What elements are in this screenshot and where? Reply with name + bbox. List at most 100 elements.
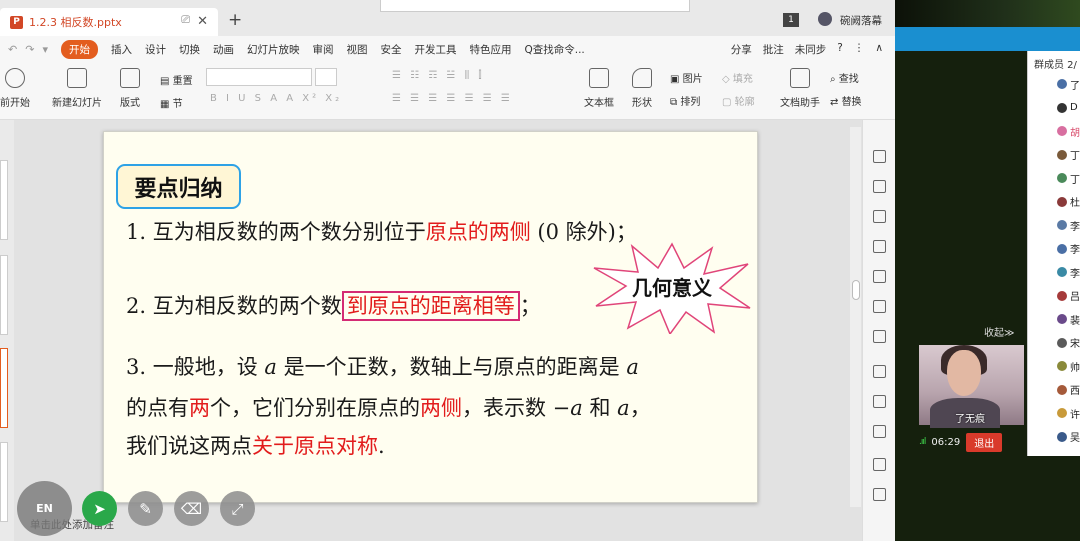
sync-status[interactable]: 未同步 [795, 42, 827, 57]
search-command[interactable]: Q查找命令... [524, 42, 584, 57]
member-name: 吴 [1070, 433, 1080, 444]
paragraph-group[interactable]: ☰ ☷ ☶ ☱ ⫼ ⫿ [392, 70, 485, 81]
member-item[interactable]: 吕 [1057, 290, 1080, 303]
member-item[interactable]: 李 [1057, 243, 1080, 256]
member-item[interactable]: 了 [1057, 78, 1080, 92]
pointer-icon[interactable]: ➤ [82, 491, 117, 526]
layout-button[interactable]: 版式 [120, 68, 140, 109]
file-name: 1.2.3 相反数.pptx [29, 16, 122, 29]
menu-features[interactable]: 特色应用 [469, 42, 511, 57]
menu-dev-tools[interactable]: 开发工具 [414, 42, 456, 57]
vertical-scrollbar[interactable] [850, 127, 861, 507]
member-item[interactable]: 丁 [1057, 149, 1080, 162]
member-item[interactable]: 杜 [1057, 196, 1080, 209]
exit-button[interactable]: 退出 [966, 432, 1003, 452]
font-size-select[interactable] [315, 68, 337, 86]
close-tab-icon[interactable]: ✕ [197, 14, 208, 29]
video-participant-name: 了无痕 [955, 414, 985, 425]
shape-button[interactable]: 形状 [632, 68, 652, 109]
quick-access-dropdown-icon[interactable]: ▾ [42, 43, 48, 56]
menu-home[interactable]: 开始 [60, 39, 98, 59]
settings-icon[interactable] [873, 330, 886, 343]
eraser-icon[interactable]: ⌫ [174, 491, 209, 526]
shape-style-icon[interactable] [873, 180, 886, 193]
menu-slideshow[interactable]: 幻灯片放映 [247, 42, 300, 57]
reset-button[interactable]: ▤ 重置 [160, 72, 193, 87]
starburst-label: 几何意义 [632, 276, 712, 300]
member-item[interactable]: 帅 [1057, 360, 1080, 374]
more-icon[interactable]: ⋮ [854, 42, 865, 57]
menu-review[interactable]: 审阅 [312, 42, 333, 57]
font-format-group[interactable]: B I U S A A X² X₂ [210, 93, 342, 104]
textbox-button[interactable]: 文本框 [584, 68, 614, 109]
member-item[interactable]: 吴 [1057, 431, 1080, 444]
comment-button[interactable]: 批注 [763, 42, 784, 57]
arrange-button[interactable]: ⧉ 排列 [670, 93, 700, 108]
input-method-button[interactable]: EN [17, 481, 72, 536]
menu-transition[interactable]: 切换 [179, 42, 200, 57]
slide-thumbnail[interactable] [0, 160, 8, 240]
slide-canvas[interactable]: 要点归纳 1. 互为相反数的两个数分别位于原点的两侧 (0 除外)； 2. 互为… [103, 131, 758, 503]
picture-button[interactable]: ▣ 图片 [670, 70, 703, 85]
menu-animation[interactable]: 动画 [213, 42, 234, 57]
object-icon[interactable] [873, 210, 886, 223]
find-button[interactable]: ⌕ 查找 [830, 70, 859, 85]
section-button[interactable]: ▦ 节 [160, 95, 183, 110]
chart-icon[interactable] [873, 300, 886, 313]
doc-helper-button[interactable]: 文档助手 [780, 68, 820, 109]
image-icon[interactable] [873, 458, 886, 471]
share-banner [380, 0, 690, 12]
share-icon[interactable] [873, 395, 886, 408]
collapse-button[interactable]: 收起≫ [984, 324, 1014, 339]
new-tab-button[interactable]: + [228, 10, 242, 30]
animation-icon[interactable] [873, 150, 886, 163]
play-button[interactable]: 前开始 [0, 68, 30, 109]
wps-window: P 1.2.3 相反数.pptx ⎚ ✕ + 1 碗阙落幕 ↶ ↷ ▾ 开始 插… [0, 0, 895, 541]
member-item[interactable]: 许 [1057, 407, 1080, 421]
member-item[interactable]: 西 [1057, 384, 1080, 397]
slide-thumbnail[interactable] [0, 255, 8, 335]
fill-icon: ◇ [722, 74, 733, 85]
monitor-icon[interactable]: ⎚ [181, 13, 190, 27]
fullscreen-icon[interactable]: ⤢ [220, 491, 255, 526]
alignment-group[interactable]: ☰ ☰ ☰ ☰ ☰ ☰ ☰ [392, 93, 513, 104]
archive-icon[interactable] [873, 425, 886, 438]
fill-style-icon[interactable] [873, 240, 886, 253]
new-slide-button[interactable]: 新建幻灯片 [52, 68, 102, 109]
call-duration: 06:29 [931, 436, 961, 448]
menu-insert[interactable]: 插入 [111, 42, 132, 57]
file-tab[interactable]: P 1.2.3 相反数.pptx ⎚ ✕ [0, 8, 218, 36]
user-avatar[interactable] [818, 12, 832, 26]
member-item[interactable]: 丁 [1057, 172, 1080, 186]
share-button[interactable]: 分享 [731, 42, 752, 57]
grid-icon[interactable] [873, 270, 886, 283]
member-name: 李 [1070, 245, 1080, 256]
undo-icon[interactable]: ↶ [8, 43, 17, 56]
member-item[interactable]: 李 [1057, 266, 1080, 280]
member-item[interactable]: 裴 [1057, 313, 1080, 327]
member-item[interactable]: D [1057, 102, 1080, 114]
slide-line-1: 1. 互为相反数的两个数分别位于原点的两侧 (0 除外)； [126, 220, 637, 244]
member-item[interactable]: 李 [1057, 219, 1080, 233]
pen-icon[interactable]: ✎ [128, 491, 163, 526]
redo-icon[interactable]: ↷ [25, 43, 34, 56]
outline-button[interactable]: ▢ 轮廓 [722, 93, 755, 108]
member-name: 西 [1070, 386, 1080, 397]
member-item[interactable]: 胡 [1057, 125, 1080, 139]
menu-design[interactable]: 设计 [145, 42, 166, 57]
collapse-ribbon-icon[interactable]: ∧ [875, 42, 883, 57]
copy-icon[interactable] [873, 365, 886, 378]
font-name-select[interactable] [206, 68, 312, 86]
member-name: 裴 [1070, 315, 1080, 327]
menu-view[interactable]: 视图 [346, 42, 367, 57]
audio-icon[interactable] [873, 488, 886, 501]
menu-security[interactable]: 安全 [380, 42, 401, 57]
help-icon[interactable]: ? [837, 42, 843, 57]
user-name[interactable]: 碗阙落幕 [840, 13, 882, 28]
fill-button[interactable]: ◇ 填充 [722, 70, 753, 85]
slide-thumbnail[interactable] [0, 442, 8, 522]
scrollbar-thumb[interactable] [852, 280, 860, 300]
replace-button[interactable]: ⇄ 替换 [830, 93, 862, 108]
member-item[interactable]: 宋 [1057, 337, 1080, 350]
slide-thumbnail-active[interactable] [0, 348, 8, 428]
